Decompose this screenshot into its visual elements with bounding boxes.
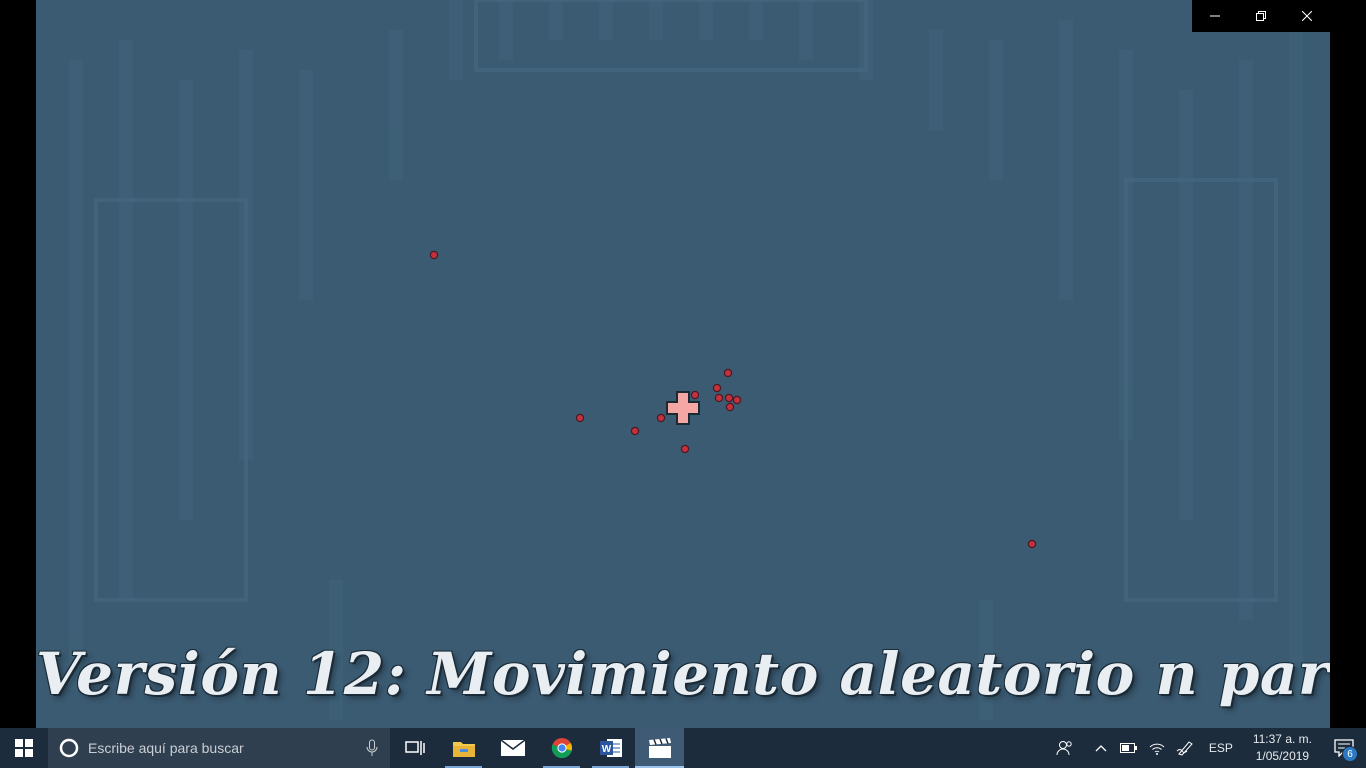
taskbar: Escribe aquí para buscar W ESP 11:37 a. …: [0, 728, 1366, 768]
mail-icon: [500, 739, 525, 756]
svg-text:W: W: [601, 744, 611, 755]
chrome-button[interactable]: [537, 728, 586, 768]
particle: [429, 250, 439, 260]
file-explorer-button[interactable]: [439, 728, 488, 768]
particle: [725, 402, 735, 412]
window-titlebar: [1192, 0, 1330, 32]
battery-icon: [1119, 743, 1137, 753]
word-button[interactable]: W: [586, 728, 635, 768]
search-box[interactable]: Escribe aquí para buscar: [48, 728, 390, 768]
minimize-button[interactable]: [1192, 0, 1238, 32]
particle: [724, 393, 734, 403]
particle: [630, 426, 640, 436]
particle: [1027, 539, 1037, 549]
video-caption: Versión 12: Movimiento aleatorio n partí…: [36, 640, 1330, 708]
chevron-up-icon: [1095, 745, 1107, 752]
close-button[interactable]: [1284, 0, 1330, 32]
clock[interactable]: 11:37 a. m. 1/05/2019: [1243, 731, 1322, 765]
app-window: Versión 12: Movimiento aleatorio n partí…: [36, 0, 1330, 728]
task-view-icon: [404, 741, 425, 755]
network-button[interactable]: [1143, 728, 1171, 768]
restore-button[interactable]: [1238, 0, 1284, 32]
particle: [680, 444, 690, 454]
particle: [714, 393, 724, 403]
clock-time: 11:37 a. m.: [1252, 732, 1312, 746]
people-icon: [1056, 741, 1072, 756]
clapperboard-icon: [648, 738, 671, 758]
word-icon: W: [599, 739, 622, 757]
people-button[interactable]: [1051, 728, 1079, 768]
notification-count-badge: 6: [1342, 746, 1358, 762]
mail-button[interactable]: [488, 728, 537, 768]
battery-button[interactable]: [1115, 728, 1143, 768]
wifi-icon: [1149, 743, 1165, 755]
task-view-button[interactable]: [390, 728, 439, 768]
video-editor-button[interactable]: [635, 728, 684, 768]
cortana-icon: [59, 738, 79, 758]
restore-icon: [1256, 11, 1266, 21]
show-hidden-icons-button[interactable]: [1087, 728, 1115, 768]
pen-icon: [1176, 741, 1193, 756]
particle: [712, 383, 722, 393]
clock-date: 1/05/2019: [1255, 749, 1310, 763]
search-placeholder: Escribe aquí para buscar: [88, 740, 244, 756]
pen-workspace-button[interactable]: [1171, 728, 1199, 768]
minimize-icon: [1210, 15, 1220, 17]
language-indicator[interactable]: ESP: [1199, 741, 1243, 755]
close-icon: [1302, 11, 1312, 21]
system-tray: ESP 11:37 a. m. 1/05/2019 6: [1051, 728, 1366, 768]
action-center-button[interactable]: 6: [1322, 728, 1366, 768]
particle: [656, 413, 666, 423]
particle: [575, 413, 585, 423]
microphone-icon[interactable]: [366, 739, 378, 757]
folder-icon: [452, 742, 475, 757]
start-button[interactable]: [0, 728, 48, 768]
particle: [732, 395, 742, 405]
particle: [723, 368, 733, 378]
simulation-canvas: [429, 250, 1037, 549]
chrome-icon: [551, 738, 572, 759]
particle: [690, 390, 700, 400]
windows-logo-icon: [15, 739, 33, 757]
